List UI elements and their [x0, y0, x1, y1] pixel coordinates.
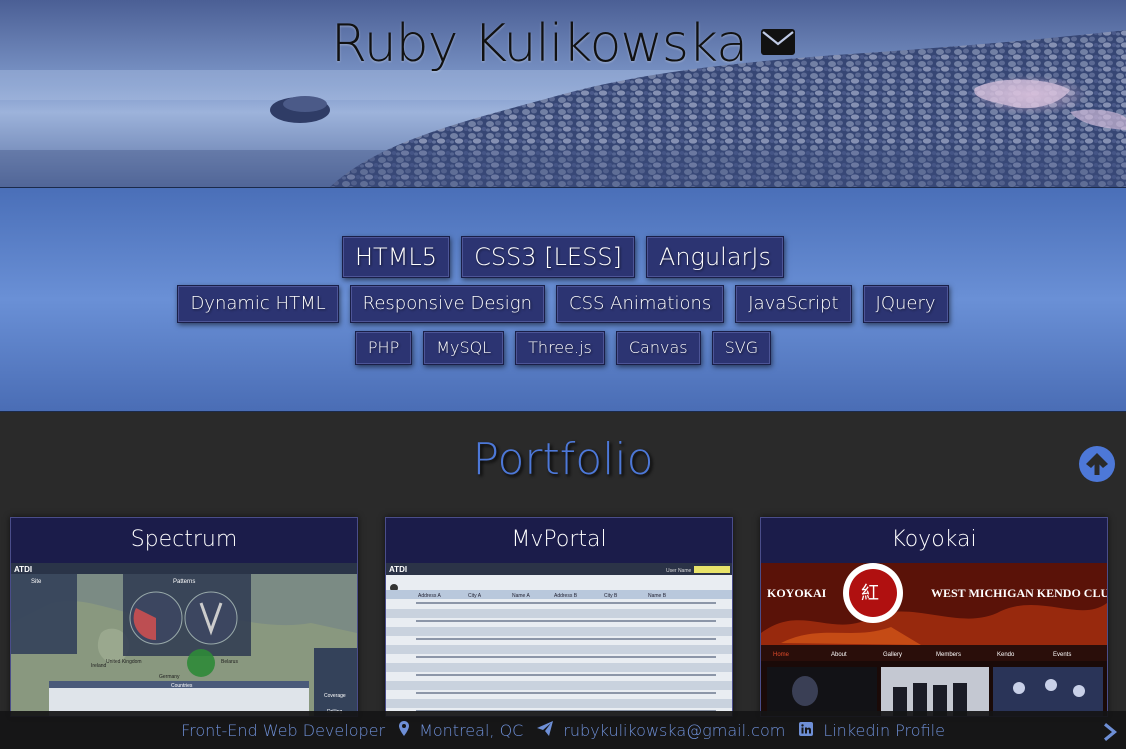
screenshot-label: Events [1053, 652, 1071, 658]
footer-contact: Front-End Web Developer Montreal, QC rub… [0, 711, 1126, 749]
screenshot-label: Countries [171, 683, 193, 689]
skill-badge: AngularJs [645, 236, 784, 278]
screenshot-label: Ireland [91, 663, 107, 669]
skill-badge: Canvas [615, 331, 701, 365]
screenshot-logo: ATDI [14, 565, 32, 574]
project-title: Koyokai [891, 527, 977, 552]
location-text: Montreal, QC [419, 720, 524, 740]
skills-row-secondary: Dynamic HTML Responsive Design CSS Anima… [0, 285, 1126, 323]
screenshot-label: Belarus [221, 659, 238, 665]
portfolio-heading: Portfolio [472, 434, 654, 485]
linkedin-icon [799, 721, 814, 740]
screenshot-label: Coverage [324, 693, 346, 699]
screenshot-label: Germany [159, 674, 180, 680]
screenshot-label: Site [31, 579, 42, 585]
screenshot-label: United Kingdom [106, 659, 142, 665]
linkedin-link[interactable]: Linkedin Profile [823, 721, 945, 740]
screenshot-label: Members [936, 652, 961, 658]
portfolio-section: Portfolio Spectrum ATDI Site Patterns Un… [0, 412, 1126, 749]
chevron-right-icon[interactable] [1100, 721, 1122, 743]
koyokai-screenshot[interactable]: 紅 KOYOKAI WEST MICHIGAN KENDO CLUB Home … [761, 563, 1107, 717]
screenshot-logo: KOYOKAI [767, 586, 827, 600]
skill-badge: HTML5 [342, 236, 451, 278]
skill-badge: JQuery [862, 285, 949, 323]
screenshot-label: Kendo [997, 652, 1015, 658]
footer-bar: Front-End Web Developer Montreal, QC rub… [0, 711, 1126, 749]
skill-badge: SVG [711, 331, 772, 365]
screenshot-label: Address B [554, 593, 578, 599]
owner-name: Ruby Kulikowska [330, 14, 748, 74]
skill-badge: Dynamic HTML [177, 285, 339, 323]
envelope-icon[interactable] [761, 8, 796, 55]
screenshot-label: Home [773, 652, 790, 658]
screenshot-label: User Name [666, 568, 692, 574]
svg-text:紅: 紅 [861, 583, 879, 604]
skills-row-primary: HTML5 CSS3 [LESS] AngularJs [0, 236, 1126, 278]
screenshot-label: Patterns [173, 579, 195, 585]
hero-banner: Ruby Kulikowska [0, 0, 1126, 187]
email-link[interactable]: rubykulikowska@gmail.com [563, 721, 785, 740]
screenshot-label: Gallery [883, 652, 902, 658]
job-title: Front-End Web Developer [181, 720, 386, 740]
screenshot-label: City A [468, 593, 482, 599]
screenshot-label: WEST MICHIGAN KENDO CLUB [931, 586, 1107, 600]
project-card-koyokai[interactable]: Koyokai 紅 KOYOKAI WEST MICHIGAN KENDO CL… [760, 517, 1108, 717]
skill-badge: MySQL [423, 331, 505, 365]
skill-badge: Three.js [515, 331, 605, 365]
screenshot-label: About [831, 652, 847, 658]
spectrum-screenshot[interactable]: ATDI Site Patterns United Kingdom Irelan… [11, 563, 357, 717]
project-title: Spectrum [130, 527, 238, 552]
skill-badge: CSS Animations [556, 285, 725, 323]
paper-plane-icon [537, 720, 554, 740]
page-title: Ruby Kulikowska [0, 8, 1126, 74]
screenshot-label: Name B [648, 593, 667, 599]
mvportal-screenshot[interactable]: ATDI User Name Address A City A Name A A… [386, 563, 732, 717]
screenshot-label: Name A [512, 593, 530, 599]
skills-section: HTML5 CSS3 [LESS] AngularJs Dynamic HTML… [0, 187, 1126, 412]
project-card-mvportal[interactable]: MvPortal ATDI User Name Address A City A… [385, 517, 733, 717]
skill-badge: PHP [354, 331, 413, 365]
project-card-spectrum[interactable]: Spectrum ATDI Site Patterns United Kingd… [10, 517, 358, 717]
skill-badge: CSS3 [LESS] [461, 236, 635, 278]
project-title: MvPortal [511, 527, 607, 552]
screenshot-label: Address A [418, 593, 441, 599]
screenshot-logo: ATDI [389, 565, 407, 574]
skills-row-tertiary: PHP MySQL Three.js Canvas SVG [0, 331, 1126, 365]
map-marker-icon [399, 720, 410, 740]
skill-badge: JavaScript [735, 285, 852, 323]
arrow-circle-up-icon[interactable] [1078, 445, 1116, 483]
skill-badge: Responsive Design [349, 285, 545, 323]
screenshot-label: City B [604, 593, 618, 599]
